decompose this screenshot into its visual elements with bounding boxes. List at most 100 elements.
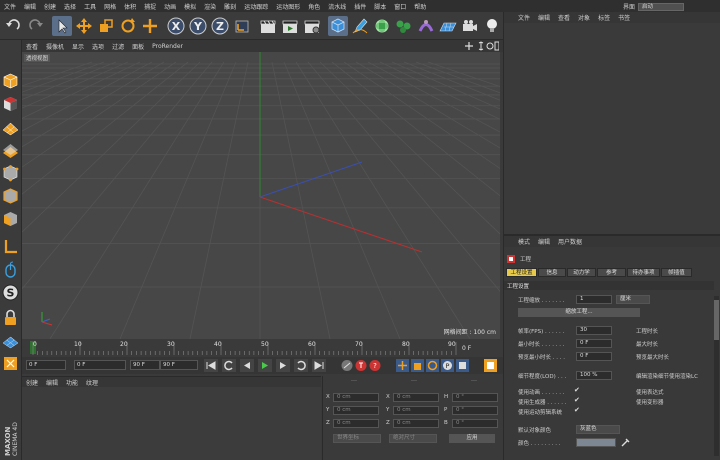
use-generators-checkbox[interactable]: ✔ <box>574 396 580 404</box>
viewport-menu-camera[interactable]: 摄像机 <box>42 42 68 51</box>
render-view-button[interactable] <box>258 16 278 36</box>
move-button[interactable] <box>74 16 94 36</box>
eyedropper-icon[interactable] <box>620 437 630 447</box>
material-menu-create[interactable]: 创建 <box>22 378 42 387</box>
menu-snap[interactable]: 捕捉 <box>140 2 160 11</box>
viewport-menu-panel[interactable]: 面板 <box>128 42 148 51</box>
menu-simulate[interactable]: 模拟 <box>180 2 200 11</box>
timeline-ruler[interactable]: 0 10 20 30 40 50 60 70 80 90 0 F <box>22 339 503 357</box>
menu-help[interactable]: 帮助 <box>410 2 430 11</box>
object-menu-bookmarks[interactable]: 书签 <box>614 13 634 22</box>
start-frame-field[interactable]: 0 F <box>26 360 66 370</box>
render-picture-viewer-button[interactable] <box>280 16 300 36</box>
current-frame-field[interactable]: 0 F <box>74 360 126 370</box>
coord-size-z-field[interactable]: 0 cm <box>393 419 439 428</box>
color-swatch[interactable] <box>576 438 616 447</box>
model-mode-button[interactable] <box>1 95 20 114</box>
material-menu-function[interactable]: 功能 <box>62 378 82 387</box>
last-tool-button[interactable] <box>140 16 160 36</box>
menu-sculpt[interactable]: 雕刻 <box>220 2 240 11</box>
snap-button[interactable]: S <box>1 283 20 302</box>
coord-pos-y-field[interactable]: 0 cm <box>333 406 379 415</box>
menu-script[interactable]: 脚本 <box>370 2 390 11</box>
end-frame-field[interactable]: 90 F <box>160 360 198 370</box>
menu-plugins[interactable]: 插件 <box>350 2 370 11</box>
coord-pos-x-field[interactable]: 0 cm <box>333 393 379 402</box>
object-menu-objects[interactable]: 对象 <box>574 13 594 22</box>
live-select-button[interactable] <box>52 16 72 36</box>
lod-field[interactable]: 100 % <box>576 371 612 380</box>
project-scale-unit-select[interactable]: 厘米 <box>616 295 650 304</box>
redo-button[interactable] <box>26 16 46 36</box>
viewport-menu-filter[interactable]: 过滤 <box>108 42 128 51</box>
use-motion-system-checkbox[interactable]: ✔ <box>574 406 580 414</box>
menu-file[interactable]: 文件 <box>0 2 20 11</box>
texture-mode-button[interactable] <box>1 118 20 137</box>
polygons-mode-button[interactable] <box>1 210 20 229</box>
coord-size-y-field[interactable]: 0 cm <box>393 406 439 415</box>
floor-button[interactable] <box>438 16 458 36</box>
tweak-mode-button[interactable] <box>1 260 20 279</box>
default-object-color-select[interactable]: 灰蓝色 <box>576 425 620 434</box>
y-axis-button[interactable]: Y <box>188 16 208 36</box>
3d-viewport[interactable]: 透视视图 网格间距 : 100 cm <box>22 52 500 339</box>
z-axis-button[interactable]: Z <box>210 16 230 36</box>
rotate-button[interactable] <box>118 16 138 36</box>
coord-pos-z-field[interactable]: 0 cm <box>333 419 379 428</box>
viewport-menu-options[interactable]: 选项 <box>88 42 108 51</box>
tab-dynamics[interactable]: 动力学 <box>567 268 596 277</box>
material-menu-edit[interactable]: 编辑 <box>42 378 62 387</box>
workplane-button[interactable] <box>1 331 20 350</box>
object-menu-view[interactable]: 查看 <box>554 13 574 22</box>
menu-character[interactable]: 角色 <box>304 2 324 11</box>
tab-info[interactable]: 信息 <box>538 268 566 277</box>
attribute-menu-userdata[interactable]: 用户数据 <box>554 237 586 246</box>
scale-button[interactable] <box>96 16 116 36</box>
cube-object-button[interactable] <box>328 16 348 36</box>
light-button[interactable] <box>482 16 502 36</box>
coordinate-system-button[interactable] <box>232 16 252 36</box>
coord-rot-b-field[interactable]: 0 ° <box>452 419 498 428</box>
viewport-menu-view[interactable]: 查看 <box>22 42 42 51</box>
array-button[interactable] <box>394 16 414 36</box>
menu-volume[interactable]: 体积 <box>120 2 140 11</box>
menu-window[interactable]: 窗口 <box>390 2 410 11</box>
enable-axis-button[interactable] <box>1 237 20 256</box>
object-menu-file[interactable]: 文件 <box>514 13 534 22</box>
tab-references[interactable]: 参考 <box>597 268 626 277</box>
coord-size-mode-select[interactable]: 绝对尺寸 <box>389 434 437 443</box>
menu-animate[interactable]: 动画 <box>160 2 180 11</box>
scrollbar-thumb[interactable] <box>714 300 719 340</box>
coord-rot-h-field[interactable]: 0 ° <box>452 393 498 402</box>
layout-dropdown[interactable]: 启动 <box>638 2 684 11</box>
pen-spline-button[interactable] <box>350 16 370 36</box>
bend-deformer-button[interactable] <box>416 16 436 36</box>
use-animation-checkbox[interactable]: ✔ <box>574 386 580 394</box>
menu-render[interactable]: 渲染 <box>200 2 220 11</box>
material-menu-texture[interactable]: 纹理 <box>82 378 102 387</box>
tab-frame-interpolation[interactable]: 帧插值 <box>661 268 692 277</box>
viewport-nav-icons[interactable] <box>465 41 499 51</box>
tab-todo[interactable]: 待办事项 <box>627 268 660 277</box>
coord-size-x-field[interactable]: 0 cm <box>393 393 439 402</box>
menu-pipeline[interactable]: 流水线 <box>324 2 350 11</box>
undo-button[interactable] <box>3 16 23 36</box>
coord-rot-p-field[interactable]: 0 ° <box>452 406 498 415</box>
attribute-menu-mode[interactable]: 模式 <box>514 237 534 246</box>
camera-button[interactable] <box>460 16 480 36</box>
menu-motion-tracker[interactable]: 运动跟踪 <box>240 2 272 11</box>
tab-project-settings[interactable]: 工程设置 <box>506 268 537 277</box>
menu-mesh[interactable]: 网格 <box>100 2 120 11</box>
viewport-menu-display[interactable]: 显示 <box>68 42 88 51</box>
project-scale-field[interactable]: 1 <box>576 295 612 304</box>
x-axis-button[interactable]: X <box>166 16 186 36</box>
end-frame-field-preview[interactable]: 90 F <box>130 360 160 370</box>
menu-edit[interactable]: 编辑 <box>20 2 40 11</box>
menu-mograph[interactable]: 运动图形 <box>272 2 304 11</box>
attribute-scrollbar[interactable] <box>714 296 719 456</box>
scale-project-button[interactable]: 缩放工程... <box>518 308 640 317</box>
menu-select[interactable]: 选择 <box>60 2 80 11</box>
render-settings-button[interactable] <box>302 16 322 36</box>
subdivision-surface-button[interactable] <box>372 16 392 36</box>
points-mode-button[interactable] <box>1 164 20 183</box>
